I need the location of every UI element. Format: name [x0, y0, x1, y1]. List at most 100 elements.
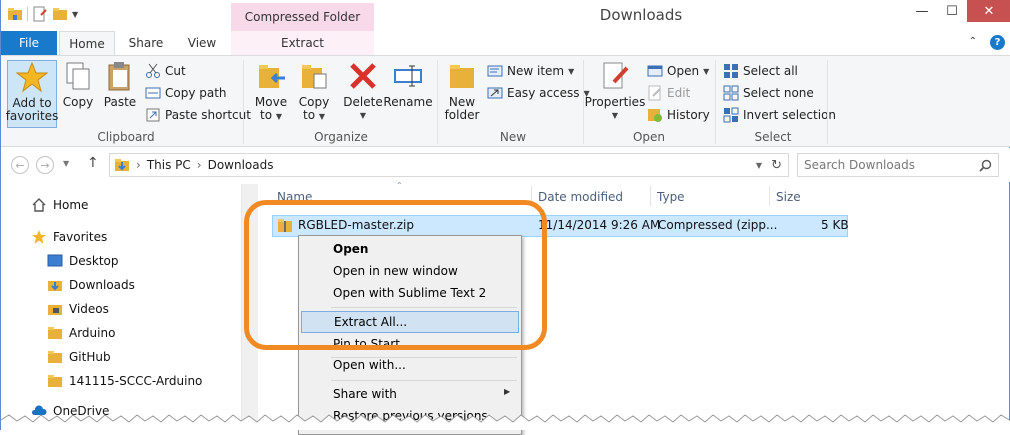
properties-button[interactable]: Properties ▼	[585, 60, 645, 128]
edit-icon	[648, 85, 661, 101]
ribbon-separator	[827, 60, 828, 144]
address-bar[interactable]: › This PC › Downloads ▼ ↻	[109, 153, 789, 177]
tab-file[interactable]: File	[1, 31, 57, 55]
nav-label: Home	[53, 198, 89, 212]
address-dropdown-icon[interactable]: ▼	[756, 161, 762, 170]
search-box[interactable]: Search Downloads	[797, 153, 999, 177]
rename-icon	[394, 65, 422, 87]
minimize-button[interactable]: —	[907, 0, 937, 22]
back-button[interactable]: ←	[11, 156, 29, 174]
tab-view[interactable]: View	[175, 31, 229, 55]
move-to-button[interactable]: Move to ▼	[251, 60, 291, 128]
ribbon-separator	[243, 60, 244, 144]
desktop-icon	[47, 254, 63, 267]
select-none-icon	[723, 85, 739, 101]
star-icon	[16, 61, 48, 93]
cut-button[interactable]: Cut	[145, 61, 186, 81]
paste-shortcut-button[interactable]: Paste shortcut	[145, 105, 251, 125]
properties-icon[interactable]	[32, 6, 48, 22]
copy-button[interactable]: Copy	[59, 60, 97, 128]
breadcrumb-downloads[interactable]: Downloads	[208, 158, 274, 172]
copy-path-icon	[145, 87, 161, 99]
select-all-button[interactable]: Select all	[723, 61, 798, 81]
new-item-button[interactable]: New item ▼	[487, 61, 574, 81]
move-to-label-2: to ▼	[259, 108, 283, 122]
tab-extract[interactable]: Extract	[231, 31, 374, 55]
nav-item-videos[interactable]: Videos	[47, 298, 109, 320]
nav-item-downloads[interactable]: Downloads	[47, 274, 135, 296]
ribbon-separator	[715, 60, 716, 144]
cut-label: Cut	[165, 64, 186, 78]
clipboard-icon	[108, 62, 130, 91]
downloads-folder-icon	[48, 281, 62, 291]
invert-selection-button[interactable]: Invert selection	[723, 105, 836, 125]
help-icon[interactable]: ?	[990, 35, 1005, 50]
chevron-right-icon[interactable]: ›	[197, 158, 202, 172]
folder-icon[interactable]	[7, 6, 23, 22]
forward-button[interactable]: →	[36, 156, 54, 174]
select-none-button[interactable]: Select none	[723, 83, 814, 103]
nav-item-favorites[interactable]: Favorites	[31, 226, 107, 248]
close-button[interactable]: ✕	[967, 0, 1010, 22]
menu-item-open-with[interactable]: Open with...	[301, 354, 519, 376]
edit-label: Edit	[667, 86, 691, 100]
nav-item-desktop[interactable]: Desktop	[47, 250, 119, 272]
add-to-favorites-button[interactable]: Add to favorites	[6, 60, 58, 128]
new-folder-button[interactable]: New folder	[443, 60, 481, 128]
qat-customize-icon[interactable]: ▼	[72, 10, 78, 19]
nav-label: 141115-SCCC-Arduino	[69, 374, 203, 388]
maximize-button[interactable]: ☐	[937, 0, 967, 22]
rename-button[interactable]: Rename	[383, 60, 433, 128]
tab-home[interactable]: Home	[59, 31, 115, 55]
easy-access-label: Easy access	[507, 86, 580, 100]
nav-label: Videos	[69, 302, 109, 316]
window-controls: — ☐ ✕	[907, 0, 1010, 22]
copy-to-label-2: to ▼	[302, 108, 326, 122]
home-icon	[32, 198, 46, 212]
breadcrumb-this-pc[interactable]: This PC	[147, 158, 191, 172]
search-icon[interactable]	[979, 159, 992, 172]
history-icon	[648, 109, 662, 122]
delete-button[interactable]: Delete ▼	[343, 60, 383, 128]
window-title: Downloads	[599, 6, 683, 24]
videos-folder-icon	[48, 305, 62, 315]
open-button[interactable]: Open ▼	[647, 61, 709, 81]
menu-item-share-with[interactable]: Share with	[301, 383, 519, 405]
easy-access-icon	[487, 87, 503, 99]
delete-x-icon	[350, 63, 376, 89]
recent-locations-icon[interactable]: ▼	[63, 159, 69, 168]
search-input[interactable]: Search Downloads	[804, 158, 915, 172]
properties-dropdown-icon: ▼	[611, 111, 619, 120]
open-dropdown-icon: ▼	[703, 66, 710, 76]
paste-shortcut-label: Paste shortcut	[165, 108, 251, 122]
column-size[interactable]: Size	[770, 184, 848, 210]
nav-item-sccc-arduino[interactable]: 141115-SCCC-Arduino	[47, 370, 202, 392]
refresh-icon[interactable]: ↻	[771, 158, 782, 173]
chevron-right-icon[interactable]: ›	[136, 158, 141, 172]
tab-share[interactable]: Share	[119, 31, 173, 55]
easy-access-button[interactable]: Easy access ▼	[487, 83, 590, 103]
open-label: Open	[667, 64, 700, 78]
open-icon	[647, 65, 663, 77]
edit-button[interactable]: Edit	[647, 83, 690, 103]
qat-divider	[27, 7, 28, 21]
navigation-bar: ← → ▼ ↑ › This PC › Downloads ▼ ↻ Search…	[1, 148, 1010, 182]
paste-button[interactable]: Paste	[101, 60, 139, 128]
ribbon-tabs: File Home Share View Extract ⌃ ?	[1, 31, 1010, 55]
column-type[interactable]: Type	[651, 184, 769, 210]
copy-to-button[interactable]: Copy to ▼	[294, 60, 334, 128]
new-folder-icon[interactable]	[52, 6, 68, 22]
shortcut-icon	[146, 108, 160, 122]
new-item-label: New item	[507, 64, 565, 78]
delete-dropdown-icon: ▼	[359, 111, 367, 120]
copy-path-button[interactable]: Copy path	[145, 83, 227, 103]
ribbon-collapse-icon[interactable]: ⌃	[969, 36, 977, 47]
nav-item-arduino[interactable]: Arduino	[47, 322, 115, 344]
column-date-modified[interactable]: Date modified	[532, 184, 650, 210]
clipboard-group-label: Clipboard	[97, 130, 155, 144]
new-group-label: New	[499, 130, 527, 144]
nav-item-home[interactable]: Home	[31, 194, 88, 216]
history-button[interactable]: History	[647, 105, 710, 125]
nav-item-github[interactable]: GitHub	[47, 346, 111, 368]
up-arrow-icon[interactable]: ↑	[87, 155, 99, 171]
